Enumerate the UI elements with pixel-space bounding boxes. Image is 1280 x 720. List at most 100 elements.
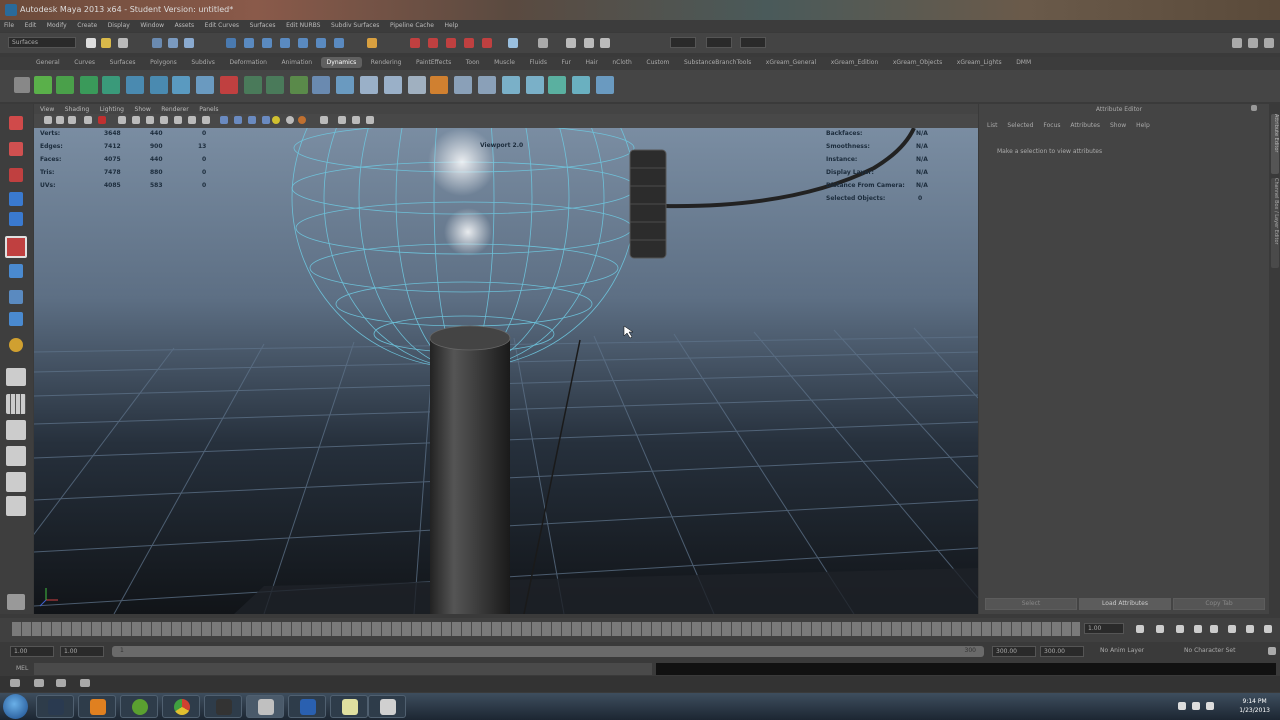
field-newton-icon[interactable] xyxy=(196,76,214,94)
use-all-lights-icon[interactable] xyxy=(248,116,256,124)
shelf-tab-xgream-objects[interactable]: xGream_Objects xyxy=(887,57,948,68)
field-radial-icon[interactable] xyxy=(220,76,238,94)
menu-assets[interactable]: Assets xyxy=(171,20,199,31)
layout-four-icon[interactable] xyxy=(6,394,26,414)
time-slider[interactable]: 1.00 xyxy=(0,618,1280,642)
render-frame-icon[interactable] xyxy=(410,38,420,48)
shelf-menu-icon[interactable] xyxy=(14,77,30,93)
animation-end-field[interactable]: 300.00 xyxy=(1040,646,1084,657)
field-gravity-icon[interactable] xyxy=(172,76,190,94)
sidebar-toggle-b-icon[interactable] xyxy=(1248,38,1258,48)
field-air-icon[interactable] xyxy=(126,76,144,94)
panel-menu-shading[interactable]: Shading xyxy=(61,105,93,114)
ae-menu-attributes[interactable]: Attributes xyxy=(1070,122,1100,129)
rigid-body-icon[interactable] xyxy=(312,76,330,94)
field-turbulence-icon[interactable] xyxy=(244,76,262,94)
go-to-start-icon[interactable] xyxy=(1136,625,1144,633)
flag-icon[interactable] xyxy=(1178,702,1186,710)
open-scene-icon[interactable] xyxy=(101,38,111,48)
step-back-key-icon[interactable] xyxy=(1156,625,1164,633)
current-time-field[interactable]: 1.00 xyxy=(1084,623,1124,634)
shelf-tab-fluids[interactable]: Fluids xyxy=(523,57,553,68)
paint-select-tool-icon[interactable] xyxy=(9,168,23,182)
network-icon[interactable] xyxy=(1192,702,1200,710)
input-ops-icon[interactable] xyxy=(316,38,326,48)
shelf-tab-general[interactable]: General xyxy=(30,57,66,68)
camera-bookmark-icon[interactable] xyxy=(56,116,64,124)
menu-file[interactable]: File xyxy=(0,20,18,31)
snap-curve-icon[interactable] xyxy=(244,38,254,48)
taskbar-media[interactable] xyxy=(78,695,116,718)
mode-selector[interactable]: Surfaces xyxy=(8,37,76,48)
ae-menu-show[interactable]: Show xyxy=(1110,122,1126,129)
shelf-tab-hair[interactable]: Hair xyxy=(579,57,603,68)
wireframe-on-shaded-icon[interactable] xyxy=(220,116,228,124)
sidebar-toggle-a-icon[interactable] xyxy=(1232,38,1242,48)
menu-subdiv-surfaces[interactable]: Subdiv Surfaces xyxy=(327,20,383,31)
taskbar-steam[interactable] xyxy=(36,695,74,718)
select-component-icon[interactable] xyxy=(184,38,194,48)
xray-joints-icon[interactable] xyxy=(352,116,360,124)
textured-icon[interactable] xyxy=(234,116,242,124)
help-line-icon-a[interactable] xyxy=(10,679,20,687)
shelf-tab-toon[interactable]: Toon xyxy=(460,57,486,68)
shelf-tab-painteffects[interactable]: PaintEffects xyxy=(410,57,457,68)
menu-surfaces[interactable]: Surfaces xyxy=(246,20,280,31)
field-drag-icon[interactable] xyxy=(150,76,168,94)
shelf-tab-animation[interactable]: Animation xyxy=(276,57,319,68)
ae-menu-selected[interactable]: Selected xyxy=(1007,122,1033,129)
new-scene-icon[interactable] xyxy=(86,38,96,48)
ipr-render-icon[interactable] xyxy=(428,38,438,48)
construction-history-icon[interactable] xyxy=(367,38,377,48)
layout-single-icon[interactable] xyxy=(6,368,26,386)
transform-x-field[interactable] xyxy=(670,37,696,48)
safe-action-icon[interactable] xyxy=(160,116,168,124)
menu-modify[interactable]: Modify xyxy=(43,20,71,31)
taskbar-chrome[interactable] xyxy=(162,695,200,718)
panel-menu-panels[interactable]: Panels xyxy=(195,105,222,114)
fire-effect-icon[interactable] xyxy=(430,76,448,94)
motion-blur-icon[interactable] xyxy=(298,116,306,124)
render-view-icon[interactable] xyxy=(482,38,492,48)
character-set-selector[interactable]: No Character Set xyxy=(1184,647,1235,654)
animation-start-field[interactable]: 1.00 xyxy=(10,646,54,657)
help-line-icon-d[interactable] xyxy=(80,679,90,687)
constraint-pin-icon[interactable] xyxy=(384,76,402,94)
transform-z-field[interactable] xyxy=(740,37,766,48)
menu-window[interactable]: Window xyxy=(136,20,168,31)
lights-icon[interactable] xyxy=(272,116,280,124)
shadows-icon[interactable] xyxy=(262,116,270,124)
taskbar-spotify[interactable] xyxy=(120,695,158,718)
show-manipulator-icon[interactable] xyxy=(9,312,23,326)
layout-persp-graph-icon[interactable] xyxy=(6,446,26,466)
step-back-frame-icon[interactable] xyxy=(1176,625,1184,633)
film-gate-icon[interactable] xyxy=(98,116,106,124)
help-line-icon-b[interactable] xyxy=(34,679,44,687)
hypershade-icon[interactable] xyxy=(464,38,474,48)
xray-active-components-icon[interactable] xyxy=(366,116,374,124)
field-chart-icon[interactable] xyxy=(146,116,154,124)
make-live-icon[interactable] xyxy=(298,38,308,48)
panel-menu-view[interactable]: View xyxy=(36,105,58,114)
sidebar-toggle-c-icon[interactable] xyxy=(1264,38,1274,48)
lightning-effect-icon[interactable] xyxy=(502,76,520,94)
field-vortex-icon[interactable] xyxy=(290,76,308,94)
safe-title-icon[interactable] xyxy=(174,116,182,124)
shelf-tab-rendering[interactable]: Rendering xyxy=(365,57,408,68)
fireworks-effect-icon[interactable] xyxy=(478,76,496,94)
system-clock[interactable]: 9:14 PM 1/23/2013 xyxy=(1239,697,1270,715)
output-ops-icon[interactable] xyxy=(334,38,344,48)
last-tool-icon[interactable] xyxy=(9,338,23,352)
playback-start-field[interactable]: 1.00 xyxy=(60,646,104,657)
surface-flow-icon[interactable] xyxy=(572,76,590,94)
save-scene-icon[interactable] xyxy=(118,38,128,48)
passive-body-icon[interactable] xyxy=(336,76,354,94)
shelf-tab-fur[interactable]: Fur xyxy=(556,57,577,68)
scale-tool-icon[interactable] xyxy=(5,236,27,258)
shelf-tab-surfaces[interactable]: Surfaces xyxy=(104,57,142,68)
shelf-tab-polygons[interactable]: Polygons xyxy=(144,57,183,68)
select-tool-icon[interactable] xyxy=(9,116,23,130)
load-attributes-button[interactable]: Load Attributes xyxy=(1079,598,1171,610)
go-to-end-icon[interactable] xyxy=(1264,625,1272,633)
xray-icon[interactable] xyxy=(338,116,346,124)
